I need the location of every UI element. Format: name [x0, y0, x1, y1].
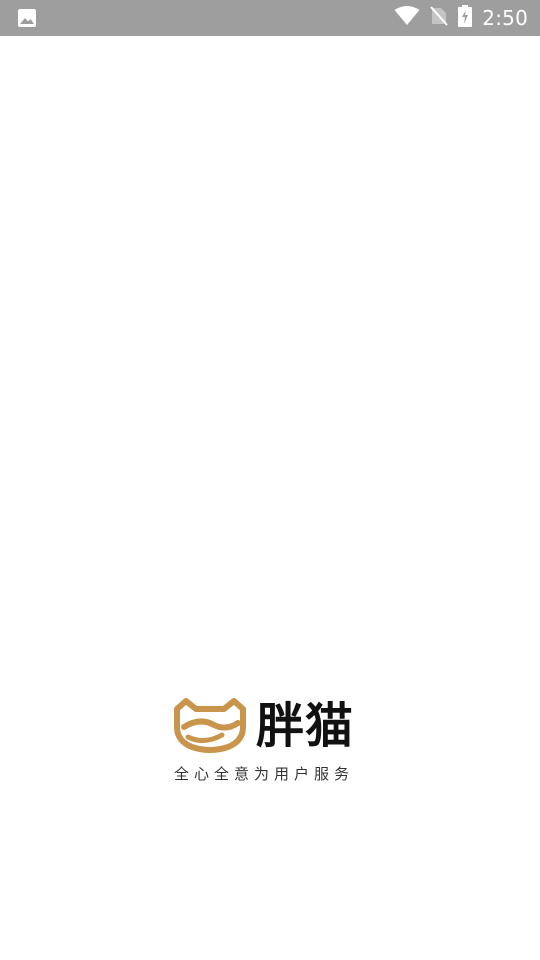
splash-screen: [0, 36, 540, 960]
wifi-icon: [394, 6, 420, 30]
brand-name: 胖猫: [256, 698, 355, 754]
battery-charging-icon: [458, 5, 473, 31]
brand-slogan: 全心全意为用户服务: [174, 765, 355, 783]
no-sim-icon: [430, 6, 449, 30]
status-time: 2:50: [482, 6, 528, 30]
fat-cat-logo-icon: [174, 697, 246, 757]
status-bar: 2:50: [0, 0, 540, 36]
image-notification-icon: [17, 8, 37, 28]
status-icons: 2:50: [394, 0, 528, 36]
brand-block: 胖猫 全心全意为用户服务: [174, 695, 366, 790]
